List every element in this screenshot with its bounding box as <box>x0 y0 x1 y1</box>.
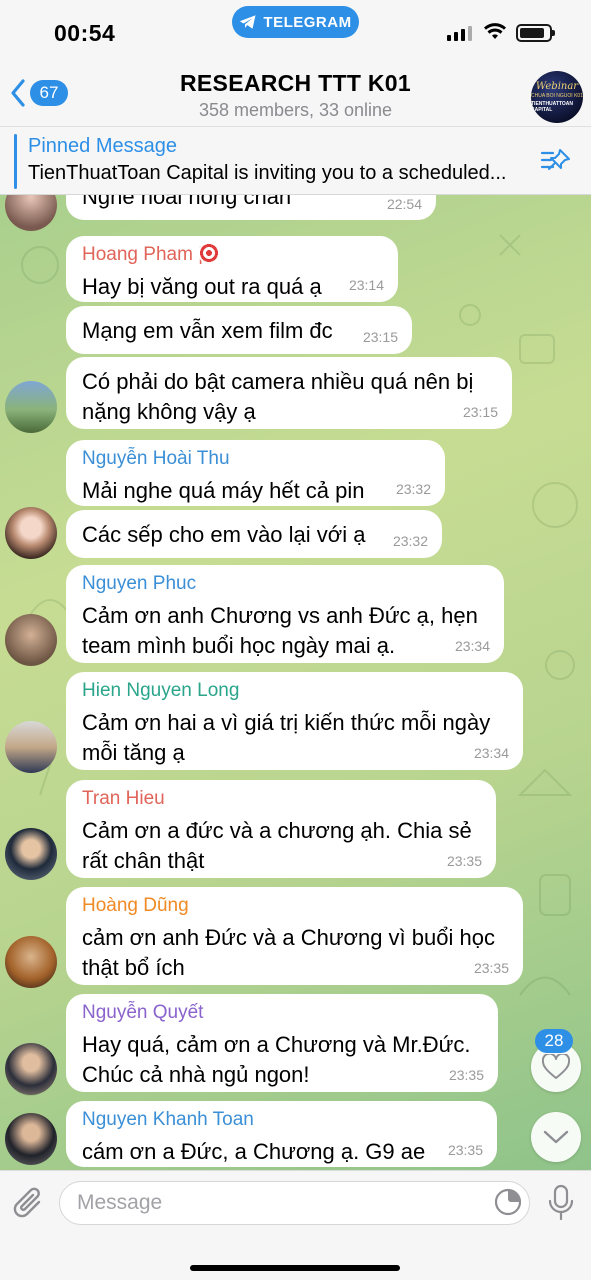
microphone-icon[interactable] <box>547 1184 575 1222</box>
sticker-icon[interactable] <box>494 1188 522 1216</box>
scroll-down-button[interactable] <box>531 1112 581 1162</box>
telegram-pill-label: TELEGRAM <box>263 13 352 31</box>
message-sender[interactable]: Tran Hieu <box>82 788 165 810</box>
chevron-left-icon <box>11 79 25 107</box>
chat-title: RESEARCH TTT K01 <box>180 70 411 96</box>
telegram-icon <box>240 15 256 29</box>
pinned-indicator <box>14 134 17 189</box>
message-time: 23:15 <box>362 329 398 345</box>
sender-avatar[interactable] <box>5 721 57 773</box>
sender-avatar[interactable] <box>5 1043 57 1095</box>
message-bubble[interactable]: Các sếp cho em vào lại với ạ 23:32 <box>66 510 442 558</box>
message-bubble[interactable]: Tran Hieu Cảm ơn a đức và a chương ạh. Ch… <box>66 780 496 878</box>
message-bubble[interactable]: Có phải do bật camera nhiều quá nên bị n… <box>66 357 512 429</box>
message-time: 23:14 <box>348 277 384 293</box>
status-bar: 00:54 TELEGRAM <box>0 0 591 62</box>
pinned-list-icon[interactable] <box>540 147 572 175</box>
message-text: Có phải do bật camera nhiều quá nên bị n… <box>82 369 474 424</box>
sender-avatar[interactable] <box>5 614 57 666</box>
message-bubble[interactable]: Hoàng Dũng cảm ơn anh Đức và a Chương vì … <box>66 887 523 985</box>
message-sender[interactable]: Nguyen Khanh Toan <box>82 1109 254 1131</box>
message-text: Mạng em vẫn xem film đc <box>82 318 333 343</box>
reactions-count-badge: 28 <box>535 1029 573 1053</box>
heart-icon <box>542 1054 570 1079</box>
message-input-bar <box>0 1170 591 1280</box>
chevron-down-icon <box>543 1130 569 1144</box>
cellular-signal-icon <box>447 25 472 41</box>
message-text: Cảm ơn anh Chương vs anh Đức ạ, hẹn team… <box>82 603 478 658</box>
message-time: 23:35 <box>446 853 482 869</box>
avatar-text-2: CHUA BOI NGUOI K01 <box>531 93 583 99</box>
pinned-text: TienThuatToan Capital is inviting you to… <box>28 162 507 184</box>
message-time: 23:15 <box>462 404 498 420</box>
message-time: 23:34 <box>473 745 509 761</box>
message-time: 23:32 <box>395 481 431 497</box>
message-bubble[interactable]: Hoang Pham | Hay bị văng out ra quá ạ 23:1… <box>66 236 398 302</box>
message-sender[interactable]: Hien Nguyen Long <box>82 680 239 702</box>
chat-header: 67 RESEARCH TTT K01 358 members, 33 onli… <box>0 62 591 126</box>
battery-icon <box>516 24 555 42</box>
message-time: 23:35 <box>447 1142 483 1158</box>
group-avatar[interactable]: Webinar CHUA BOI NGUOI K01 TIENTHUATTOAN… <box>531 71 583 123</box>
message-text: Cảm ơn hai a vì giá trị kiến thức mỗi ng… <box>82 710 491 765</box>
sender-avatar[interactable] <box>5 381 57 433</box>
message-text: Hay quá, cảm ơn a Chương và Mr.Đức. Chúc… <box>82 1032 471 1087</box>
pinned-label: Pinned Message <box>28 135 177 157</box>
message-bubble[interactable]: Nguyễn Quyết Hay quá, cảm ơn a Chương và … <box>66 994 498 1092</box>
message-text: Các sếp cho em vào lại với ạ <box>82 522 366 547</box>
unread-count-badge: 67 <box>30 80 68 106</box>
sender-avatar[interactable] <box>5 828 57 880</box>
message-time: 23:35 <box>448 1067 484 1083</box>
message-bubble[interactable]: Nguyễn Hoài Thu Mải nghe quá máy hết cả p… <box>66 440 445 506</box>
chat-title-area[interactable]: RESEARCH TTT K01 358 members, 33 online <box>110 70 481 121</box>
home-indicator <box>190 1265 400 1271</box>
message-text: cám ơn a Đức, a Chương ạ. G9 ae <box>82 1139 426 1164</box>
sender-avatar[interactable] <box>5 936 57 988</box>
telegram-pill[interactable]: TELEGRAM <box>232 6 359 38</box>
message-sender[interactable]: Nguyễn Quyết <box>82 1002 203 1024</box>
target-emoji-icon <box>198 242 220 264</box>
message-text: Hay bị văng out ra quá ạ <box>82 274 322 299</box>
message-text: Cảm ơn a đức và a chương ạh. Chia sẻ rất… <box>82 818 472 873</box>
message-bubble[interactable]: Nguyen Phuc Cảm ơn anh Chương vs anh Đức … <box>66 565 504 663</box>
paperclip-icon[interactable] <box>12 1185 46 1221</box>
chat-subtitle: 358 members, 33 online <box>198 100 393 120</box>
message-sender[interactable]: Nguyen Phuc <box>82 573 196 595</box>
message-time: 23:34 <box>454 638 490 654</box>
message-text: cảm ơn anh Đức và a Chương vì buổi học t… <box>82 925 495 980</box>
pinned-message-bar[interactable]: Pinned Message TienThuatToan Capital is … <box>0 126 591 195</box>
back-button[interactable]: 67 <box>10 78 68 108</box>
sender-avatar[interactable] <box>5 507 57 559</box>
message-sender[interactable]: Hoang Pham | <box>82 244 203 266</box>
message-sender[interactable]: Hoàng Dũng <box>82 895 189 917</box>
avatar-text-1: Webinar <box>535 81 579 92</box>
message-bubble[interactable]: Nguyen Khanh Toan cám ơn a Đức, a Chương … <box>66 1101 497 1167</box>
message-bubble[interactable]: Mạng em vẫn xem film đc 23:15 <box>66 306 412 354</box>
status-time: 00:54 <box>54 20 116 46</box>
message-bubble[interactable]: Hien Nguyen Long Cảm ơn hai a vì giá trị … <box>66 672 523 770</box>
message-time: 23:35 <box>473 960 509 976</box>
avatar-text-3: TIENTHUATTOAN CAPITAL <box>531 101 574 113</box>
message-input[interactable] <box>59 1181 530 1225</box>
message-text: Mải nghe quá máy hết cả pin <box>82 478 365 503</box>
message-time: 23:32 <box>392 533 428 549</box>
message-time: 22:54 <box>386 196 422 212</box>
sender-avatar[interactable] <box>5 1113 57 1165</box>
wifi-icon <box>484 23 506 39</box>
message-sender[interactable]: Nguyễn Hoài Thu <box>82 448 230 470</box>
